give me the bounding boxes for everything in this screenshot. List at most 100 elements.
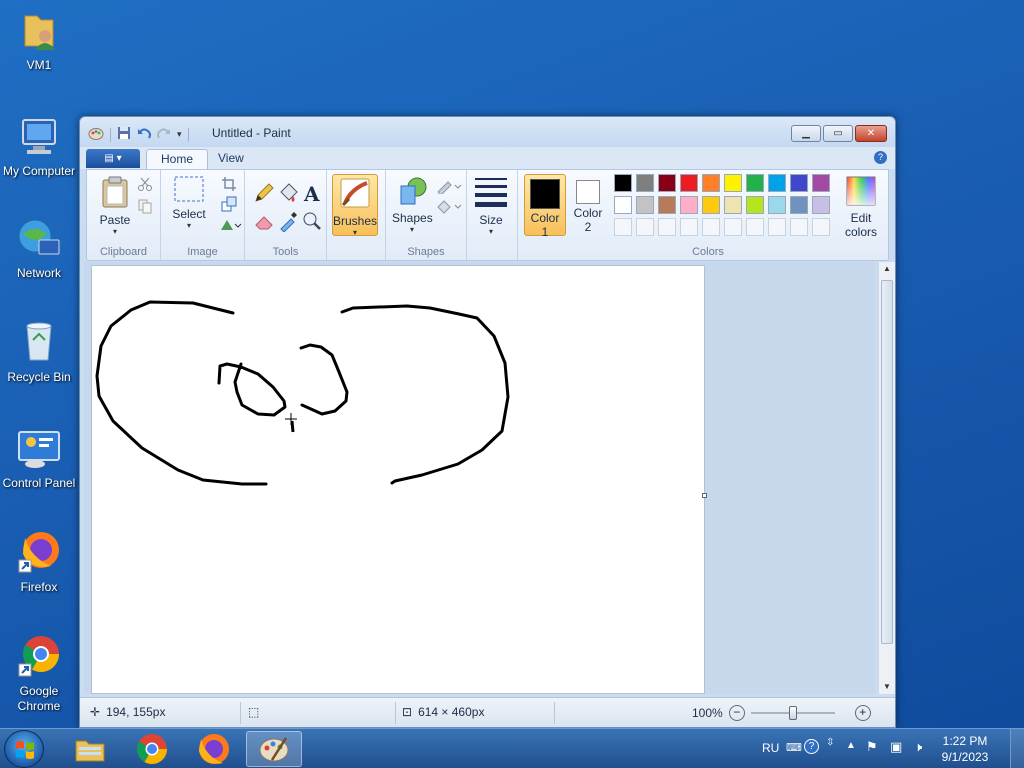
fill-style-icon[interactable] — [436, 198, 462, 216]
size-button[interactable]: Size ▾ — [473, 176, 509, 236]
tab-view[interactable]: View — [204, 149, 258, 169]
minimize-button[interactable]: ▁ — [791, 125, 821, 142]
color2-button[interactable]: Color 2 — [568, 176, 608, 234]
palette-color-swatch[interactable] — [702, 174, 720, 192]
fill-icon[interactable] — [277, 182, 299, 204]
custom-color-slot[interactable] — [658, 218, 676, 236]
resize-handle-right[interactable] — [702, 493, 707, 498]
palette-color-swatch[interactable] — [658, 174, 676, 192]
magnifier-icon[interactable] — [301, 210, 323, 232]
desktop-icon-firefox[interactable]: Firefox — [0, 528, 78, 595]
zoom-out-icon[interactable]: − — [728, 705, 745, 721]
cut-icon[interactable] — [137, 176, 155, 194]
desktop-icon-label: VM1 — [26, 58, 52, 72]
palette-color-swatch[interactable] — [636, 174, 654, 192]
palette-color-swatch[interactable] — [658, 196, 676, 214]
taskbar-explorer[interactable] — [62, 731, 118, 767]
eraser-icon[interactable] — [253, 210, 275, 232]
desktop-icon-network[interactable]: Network — [0, 214, 78, 281]
clock[interactable]: 1:22 PM 9/1/2023 — [934, 733, 996, 765]
custom-color-slot[interactable] — [702, 218, 720, 236]
palette-color-swatch[interactable] — [812, 196, 830, 214]
language-indicator[interactable]: RU — [762, 741, 779, 755]
palette-color-swatch[interactable] — [614, 196, 632, 214]
custom-color-slot[interactable] — [636, 218, 654, 236]
taskbar-chrome[interactable] — [124, 731, 180, 767]
scroll-down-icon[interactable]: ▼ — [879, 680, 895, 694]
taskbar: RU ⌨ ? ⇳ ▲ ⚑ ▣ 🕨 1:22 PM 9/1/2023 — [0, 728, 1024, 768]
text-icon[interactable]: A — [301, 182, 323, 206]
brushes-button[interactable]: Brushes ▾ — [332, 174, 378, 237]
desktop-icon-google-chrome[interactable]: Google Chrome — [0, 632, 78, 714]
palette-color-swatch[interactable] — [768, 174, 786, 192]
drawing-canvas[interactable] — [91, 265, 707, 694]
palette-color-swatch[interactable] — [812, 174, 830, 192]
pencil-icon[interactable] — [253, 182, 275, 204]
scrollbar-thumb[interactable] — [881, 280, 893, 644]
help-tray-icon[interactable]: ? — [804, 739, 819, 754]
tab-home[interactable]: Home — [146, 149, 209, 169]
outline-icon[interactable] — [436, 178, 462, 196]
palette-color-swatch[interactable] — [614, 174, 632, 192]
zoom-slider-thumb[interactable] — [788, 706, 797, 720]
select-button[interactable]: Select ▾ — [169, 176, 209, 230]
rotate-icon[interactable] — [219, 216, 243, 234]
flag-icon[interactable]: ⚑ — [866, 739, 878, 755]
custom-color-slot[interactable] — [614, 218, 632, 236]
custom-color-slot[interactable] — [680, 218, 698, 236]
title-bar[interactable]: ▾ Untitled - Paint ▁ ▭ ✕ — [80, 117, 895, 147]
start-button[interactable] — [4, 730, 44, 768]
close-button[interactable]: ✕ — [855, 125, 887, 142]
show-desktop-button[interactable] — [1010, 729, 1024, 768]
volume-muted-icon[interactable]: 🕨 — [914, 739, 922, 755]
color2-number: 2 — [584, 220, 592, 234]
undo-icon[interactable] — [137, 126, 151, 143]
vertical-scrollbar[interactable]: ▲ ▼ — [878, 262, 895, 694]
palette-color-swatch[interactable] — [724, 174, 742, 192]
edit-colors-button[interactable]: Edit colors — [836, 176, 886, 239]
palette-color-swatch[interactable] — [680, 196, 698, 214]
palette-color-swatch[interactable] — [746, 174, 764, 192]
customize-toolbar-icon[interactable]: ▾ — [177, 129, 182, 140]
size-icon — [473, 176, 509, 211]
show-hidden-icons[interactable]: ▲ — [846, 740, 856, 751]
palette-color-swatch[interactable] — [702, 196, 720, 214]
zoom-slider[interactable] — [750, 706, 835, 720]
custom-color-slot[interactable] — [746, 218, 764, 236]
palette-color-swatch[interactable] — [724, 196, 742, 214]
network-status-icon[interactable]: ▣ — [890, 739, 902, 755]
desktop-icon-my-computer[interactable]: My Computer — [0, 112, 78, 179]
redo-icon[interactable] — [157, 126, 171, 143]
maximize-button[interactable]: ▭ — [823, 125, 853, 142]
custom-color-slot[interactable] — [724, 218, 742, 236]
palette-color-swatch[interactable] — [790, 174, 808, 192]
color-picker-icon[interactable] — [277, 210, 299, 233]
copy-icon[interactable] — [137, 198, 155, 216]
color1-button[interactable]: Color 1 — [524, 174, 566, 239]
action-center-icon[interactable]: ⇳ — [826, 737, 834, 748]
palette-color-swatch[interactable] — [680, 174, 698, 192]
paint-menu-button[interactable]: ▤ ▾ — [86, 149, 140, 168]
save-icon[interactable] — [117, 126, 131, 143]
custom-color-slot[interactable] — [812, 218, 830, 236]
desktop-icon-recycle-bin[interactable]: Recycle Bin — [0, 318, 78, 385]
custom-color-slot[interactable] — [790, 218, 808, 236]
palette-color-swatch[interactable] — [768, 196, 786, 214]
zoom-in-icon[interactable]: + — [854, 705, 871, 721]
custom-color-slot[interactable] — [768, 218, 786, 236]
help-icon[interactable]: ? — [874, 151, 887, 164]
crop-icon[interactable] — [221, 176, 239, 194]
desktop-icon-control-panel[interactable]: Control Panel — [0, 424, 78, 491]
taskbar-paint[interactable] — [246, 731, 302, 767]
paste-button[interactable]: Paste ▾ — [95, 176, 135, 236]
palette-color-swatch[interactable] — [746, 196, 764, 214]
desktop-icon-vm1[interactable]: VM1 — [0, 6, 78, 73]
keyboard-icon[interactable]: ⌨ — [786, 741, 802, 754]
resize-icon[interactable] — [221, 196, 239, 214]
shapes-button[interactable]: Shapes ▾ — [392, 176, 433, 234]
paint-app-icon[interactable] — [88, 125, 104, 144]
palette-color-swatch[interactable] — [790, 196, 808, 214]
scroll-up-icon[interactable]: ▲ — [879, 262, 895, 276]
palette-color-swatch[interactable] — [636, 196, 654, 214]
taskbar-firefox[interactable] — [186, 731, 242, 767]
